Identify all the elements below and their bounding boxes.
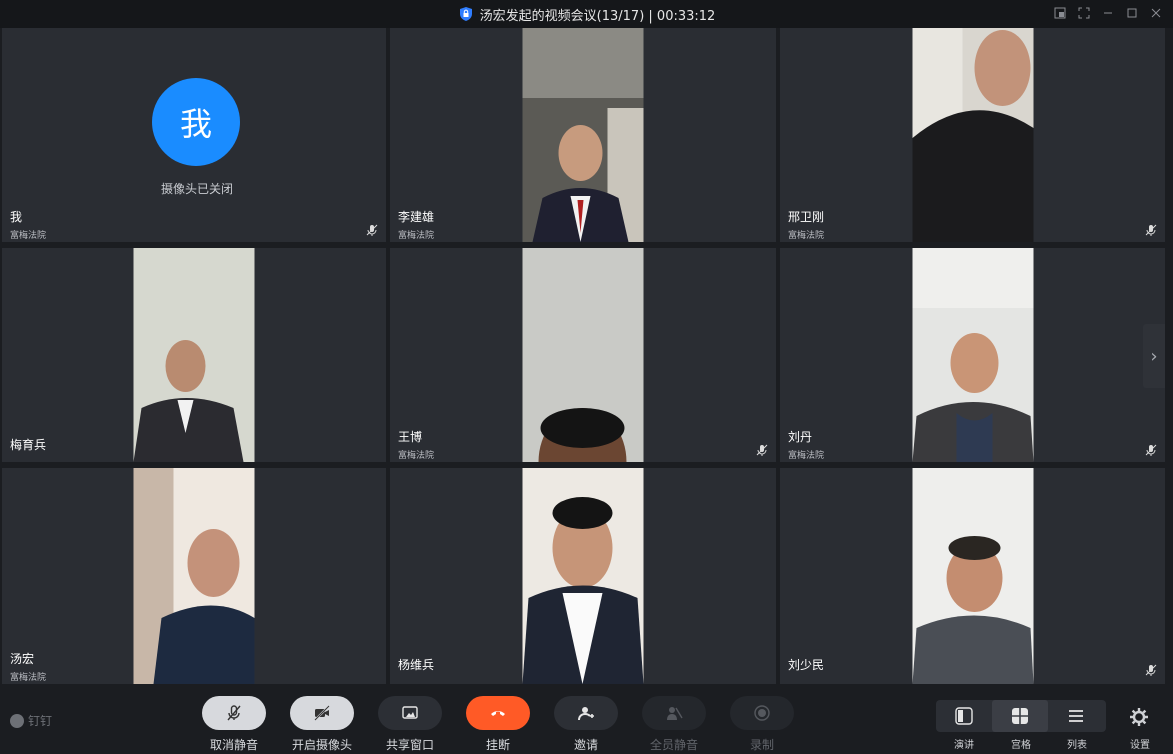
camera-on-label: 开启摄像头 bbox=[291, 738, 352, 752]
camera-on-button[interactable]: 开启摄像头 bbox=[290, 696, 354, 753]
list-view-button[interactable] bbox=[1048, 700, 1104, 732]
minimize-icon[interactable] bbox=[1099, 4, 1117, 22]
record-button[interactable]: 录制 bbox=[730, 696, 794, 753]
video-feed bbox=[522, 248, 644, 462]
share-window-label: 共享窗口 bbox=[385, 738, 434, 752]
mute-all-label: 全员静音 bbox=[649, 738, 698, 752]
video-feed bbox=[522, 28, 644, 242]
mic-off-icon bbox=[227, 705, 241, 721]
video-feed bbox=[133, 248, 255, 462]
participant-tile[interactable]: 刘少民 bbox=[780, 468, 1165, 684]
control-bar: 钉钉 取消静音 开启摄像头 共享窗口 挂断 邀请 全员静音 录制 演讲 宫格 列… bbox=[0, 684, 1173, 754]
mic-muted-icon bbox=[366, 224, 378, 236]
participant-tile[interactable]: 李建雄 富梅法院 bbox=[390, 28, 776, 242]
maximize-icon[interactable] bbox=[1123, 4, 1141, 22]
participant-tile[interactable]: 刘丹 富梅法院 bbox=[780, 248, 1165, 462]
participant-tile[interactable]: 梅育兵 bbox=[2, 248, 386, 462]
video-feed bbox=[522, 468, 644, 684]
participant-org: 富梅法院 bbox=[10, 673, 47, 683]
grid-view-button[interactable] bbox=[992, 700, 1048, 732]
grid-view-label: 宫格 bbox=[1011, 740, 1031, 751]
share-screen-icon bbox=[402, 706, 418, 719]
video-feed bbox=[912, 468, 1033, 684]
settings-label: 设置 bbox=[1130, 740, 1150, 751]
title-bar: 汤宏发起的视频会议(13/17) | 00:33:12 bbox=[0, 0, 1173, 28]
window-title: 汤宏发起的视频会议(13/17) | 00:33:12 bbox=[479, 8, 716, 24]
participant-org: 富梅法院 bbox=[10, 231, 47, 241]
list-view-label: 列表 bbox=[1067, 740, 1087, 751]
participant-name: 李建雄 bbox=[398, 210, 435, 224]
hang-up-label: 挂断 bbox=[485, 738, 510, 752]
grid-layout-icon bbox=[1012, 708, 1028, 724]
participant-org: 富梅法院 bbox=[398, 451, 435, 461]
mute-all-users-icon bbox=[667, 707, 683, 720]
participant-tile[interactable]: 王博 富梅法院 bbox=[390, 248, 776, 462]
participant-name: 邢卫刚 bbox=[788, 210, 825, 224]
camera-off-icon bbox=[314, 705, 330, 721]
hang-up-button[interactable]: 挂断 bbox=[466, 696, 530, 753]
participant-name: 我 bbox=[10, 210, 23, 224]
participant-name: 汤宏 bbox=[10, 652, 35, 666]
fullscreen-icon[interactable] bbox=[1075, 4, 1093, 22]
participant-tile[interactable]: 我 摄像头已关闭 我 富梅法院 bbox=[2, 28, 386, 242]
record-icon bbox=[754, 705, 770, 721]
participant-tile[interactable]: 邢卫刚 富梅法院 bbox=[780, 28, 1165, 242]
video-feed bbox=[133, 468, 255, 684]
mute-all-button[interactable]: 全员静音 bbox=[642, 696, 706, 753]
pip-icon[interactable] bbox=[1051, 4, 1069, 22]
speaker-view-label: 演讲 bbox=[954, 740, 974, 751]
mic-muted-icon bbox=[756, 444, 768, 456]
invite-label: 邀请 bbox=[573, 738, 598, 752]
participant-name: 梅育兵 bbox=[10, 438, 47, 452]
secure-shield-icon bbox=[459, 7, 472, 21]
list-layout-icon bbox=[1069, 710, 1083, 722]
invite-button[interactable]: 邀请 bbox=[554, 696, 618, 753]
self-avatar: 我 bbox=[152, 78, 240, 166]
next-page-chevron-icon[interactable]: › bbox=[1143, 324, 1165, 388]
participant-org: 富梅法院 bbox=[788, 231, 825, 241]
mic-muted-icon bbox=[1145, 224, 1157, 236]
dingtalk-logo-icon bbox=[10, 713, 24, 728]
settings-gear-icon[interactable] bbox=[1128, 706, 1150, 728]
record-label: 录制 bbox=[749, 738, 774, 752]
video-grid: 我 摄像头已关闭 我 富梅法院 李建雄 富梅法院 邢卫刚 富梅法院 梅育兵 王博… bbox=[2, 28, 1165, 684]
participant-org: 富梅法院 bbox=[398, 231, 435, 241]
add-user-icon bbox=[578, 707, 594, 721]
camera-off-text: 摄像头已关闭 bbox=[160, 182, 233, 196]
unmute-label: 取消静音 bbox=[209, 738, 258, 752]
participant-name: 刘少民 bbox=[788, 658, 825, 672]
participant-org: 富梅法院 bbox=[788, 451, 825, 461]
mic-muted-icon bbox=[1145, 444, 1157, 456]
speaker-view-button[interactable] bbox=[936, 700, 992, 732]
participant-tile[interactable]: 汤宏 富梅法院 bbox=[2, 468, 386, 684]
speaker-layout-icon bbox=[955, 707, 973, 725]
app-logo: 钉钉 bbox=[10, 712, 52, 729]
mic-muted-icon bbox=[1145, 664, 1157, 676]
participant-tile[interactable]: 杨维兵 bbox=[390, 468, 776, 684]
participant-name: 杨维兵 bbox=[398, 658, 435, 672]
share-window-button[interactable]: 共享窗口 bbox=[378, 696, 442, 753]
close-icon[interactable] bbox=[1147, 4, 1165, 22]
video-feed bbox=[912, 248, 1033, 462]
participant-name: 王博 bbox=[398, 430, 423, 444]
hang-up-phone-icon bbox=[491, 711, 505, 716]
app-logo-text: 钉钉 bbox=[28, 714, 53, 728]
participant-name: 刘丹 bbox=[788, 430, 813, 444]
view-switcher bbox=[936, 700, 1106, 732]
video-feed bbox=[912, 28, 1033, 242]
unmute-button[interactable]: 取消静音 bbox=[202, 696, 266, 753]
